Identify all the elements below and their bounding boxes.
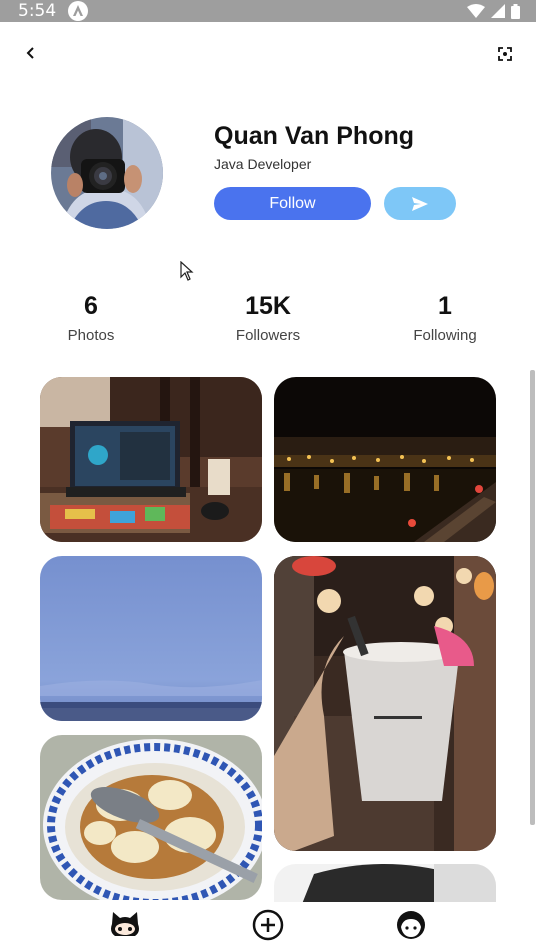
battery-icon xyxy=(511,3,520,19)
status-time: 5:54 xyxy=(18,1,57,21)
stat-following[interactable]: 1 Following xyxy=(375,292,515,344)
avatar-face-icon xyxy=(397,911,425,939)
notification-icon xyxy=(68,1,88,21)
status-bar: 5:54 xyxy=(0,0,536,22)
profile-avatar[interactable] xyxy=(51,117,163,229)
photo-sky-beach[interactable] xyxy=(40,556,262,721)
back-button[interactable] xyxy=(20,42,42,64)
send-message-button[interactable] xyxy=(384,187,456,220)
signal-icon xyxy=(491,4,505,18)
nav-add[interactable] xyxy=(251,908,285,942)
stat-followers[interactable]: 15K Followers xyxy=(198,292,338,344)
bottom-navigation xyxy=(0,902,536,942)
add-circle-icon xyxy=(252,909,284,941)
stat-photos-label: Photos xyxy=(67,327,115,344)
nav-github[interactable] xyxy=(108,908,142,942)
stat-following-label: Following xyxy=(413,327,477,344)
wifi-icon xyxy=(467,4,485,18)
photo-laptop-desk[interactable] xyxy=(40,377,262,542)
photo-night-river[interactable] xyxy=(274,377,496,542)
profile-role: Java Developer xyxy=(214,156,312,172)
follow-button[interactable]: Follow xyxy=(214,187,371,220)
scrollbar[interactable] xyxy=(530,370,535,825)
mouse-cursor-icon xyxy=(180,261,194,281)
chevron-left-icon xyxy=(26,47,34,59)
send-icon xyxy=(412,196,428,211)
status-icons xyxy=(467,0,520,22)
stat-photos[interactable]: 6 Photos xyxy=(21,292,161,344)
photo-cup-street[interactable] xyxy=(274,556,496,851)
photo-tofu-bowl[interactable] xyxy=(40,735,262,900)
github-octocat-icon xyxy=(111,912,139,936)
stat-followers-label: Followers xyxy=(235,327,301,344)
stat-photos-value: 6 xyxy=(84,292,98,320)
scan-button[interactable] xyxy=(495,44,515,64)
scan-icon xyxy=(498,47,512,61)
stat-followers-value: 15K xyxy=(245,292,291,320)
profile-name: Quan Van Phong xyxy=(214,122,415,150)
stat-following-value: 1 xyxy=(438,292,452,320)
nav-profile[interactable] xyxy=(394,908,428,942)
